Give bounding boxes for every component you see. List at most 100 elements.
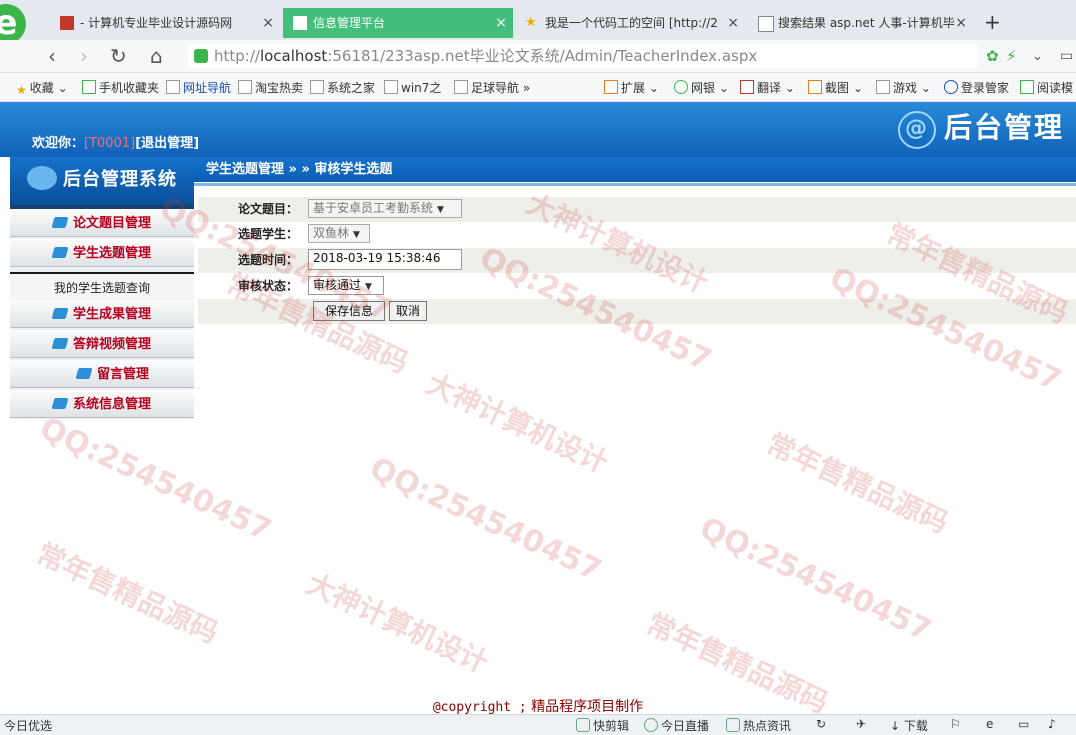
page-icon [238, 80, 252, 94]
topic-label: 论文题目： [237, 202, 298, 216]
url-scheme: http:// [214, 47, 260, 65]
close-icon[interactable]: × [262, 8, 274, 38]
status-live[interactable]: 今日直播 [644, 717, 709, 734]
ie-icon[interactable]: e [986, 717, 993, 731]
reload-icon[interactable]: ↻ [110, 44, 127, 68]
forward-icon[interactable]: › [80, 44, 88, 68]
page-footer: @copyright ; 精品程序项目制作 [0, 696, 1076, 716]
status-quick-edit[interactable]: 快剪辑 [576, 717, 629, 734]
student-label: 选题学生： [237, 227, 298, 241]
home-icon[interactable]: ⌂ [150, 44, 163, 68]
bookmark-favorites[interactable]: ★ 收藏 ⌄ [16, 79, 68, 97]
dropdown-arrow-icon: ▼ [437, 205, 444, 215]
sidebar-item-video[interactable]: 答辩视频管理 [10, 330, 194, 358]
sidebar-item-label: 学生选题管理 [72, 246, 151, 261]
browser-toolbar: ‹ › ↻ ⌂ http://localhost:56181/233asp.ne… [0, 40, 1076, 73]
bookmark-nav[interactable]: 网址导航 [166, 79, 231, 96]
status-value: 审核通过 [313, 278, 362, 292]
status-label: 今日直播 [661, 719, 710, 733]
bookmark-taobao[interactable]: 淘宝热卖 [238, 79, 303, 96]
topic-value: 基于安卓员工考勤系统 [313, 201, 434, 215]
sidebar-item-system[interactable]: 系统信息管理 [10, 390, 194, 418]
watermark-source: 常年售精品源码 [761, 426, 954, 540]
news-icon [726, 718, 740, 732]
close-icon[interactable]: × [955, 8, 967, 38]
flag-icon[interactable]: ⚐ [950, 717, 961, 731]
bookmark-mobile[interactable]: 手机收藏夹 [82, 79, 159, 96]
status-news[interactable]: 热点资讯 [726, 717, 791, 734]
watermark-qq: QQ:254540457 [364, 450, 607, 589]
sidebar-item-topics[interactable]: 论文题目管理 [10, 209, 194, 237]
refresh-icon[interactable]: ↻ [816, 717, 826, 731]
status-today-pick[interactable]: 今日优选 [4, 717, 52, 734]
tab-info-platform[interactable]: 信息管理平台 × [283, 8, 513, 38]
status-label: 热点资讯 [743, 719, 792, 733]
user-id: [T0001] [84, 136, 136, 151]
close-icon[interactable]: × [727, 8, 739, 38]
page-icon [454, 80, 468, 94]
url-path: :56181/233asp.net毕业论文系统/Admin/TeacherInd… [327, 47, 758, 65]
bookmark-screenshot[interactable]: 截图 ⌄ [808, 79, 863, 96]
sidebar-item-results[interactable]: 学生成果管理 [10, 300, 194, 328]
tab-search-results[interactable]: 搜索结果 asp.net 人事-计算机毕 × [748, 8, 973, 38]
window-icon[interactable]: ▭ [1018, 717, 1029, 731]
back-icon[interactable]: ‹ [48, 44, 56, 68]
bookmark-extensions[interactable]: 扩展 ⌄ [604, 79, 659, 96]
bookmark-login[interactable]: 登录管家 [944, 79, 1009, 96]
topic-select[interactable]: 基于安卓员工考勤系统 ▼ [308, 199, 462, 218]
bookmark-reader[interactable]: 阅读模 [1020, 79, 1073, 96]
student-select[interactable]: 双鱼林 ▼ [308, 224, 370, 243]
logout-link[interactable]: [退出管理] [135, 136, 199, 151]
top-banner: @ 后台管理 欢迎你：[T0001][退出管理] [0, 102, 1076, 157]
star-icon: ★ [16, 83, 27, 97]
menu-item-icon [75, 368, 93, 379]
grid-icon [604, 80, 618, 94]
dropdown-arrow-icon: ▼ [365, 282, 372, 292]
status-select[interactable]: 审核通过 ▼ [308, 276, 384, 295]
secure-shield-icon [194, 49, 208, 63]
status-download[interactable]: ↓ 下载 [890, 717, 928, 734]
bookmark-label: 登录管家 [961, 81, 1010, 95]
accelerate-icon[interactable]: ✿ [986, 47, 999, 65]
bookmark-label: 截图 [825, 81, 850, 95]
sidebar-subitem-my-selection[interactable]: 我的学生选题查询 [10, 272, 194, 300]
page-icon [166, 80, 180, 94]
time-input[interactable]: 2018-03-19 15:38:46 [308, 249, 462, 270]
bookmark-label: 手机收藏夹 [99, 81, 160, 95]
sidebar-item-label: 学生成果管理 [72, 307, 151, 322]
sidebar-item-label: 答辩视频管理 [72, 337, 151, 352]
play-icon [644, 718, 658, 732]
bookmark-translate[interactable]: 翻译 ⌄ [740, 79, 795, 96]
tab-source-site[interactable]: - 计算机专业毕业设计源码网 × [50, 8, 280, 38]
save-button[interactable]: 保存信息 [313, 301, 385, 321]
menu-icon[interactable]: ▭ [1060, 48, 1073, 64]
menu-item-icon [51, 308, 69, 319]
bookmark-syshome[interactable]: 系统之家 [310, 79, 375, 96]
bookmark-games[interactable]: 游戏 ⌄ [876, 79, 931, 96]
sidebar-item-label: 系统信息管理 [72, 397, 151, 412]
pin-icon[interactable]: ✈ [856, 717, 866, 731]
download-icon: ↓ [890, 719, 901, 733]
sidebar-item-selection[interactable]: 学生选题管理 [10, 239, 194, 267]
bookmark-label: 淘宝热卖 [255, 81, 304, 95]
breadcrumb: 学生选题管理 » » 审核学生选题 [194, 157, 1076, 182]
bookmark-bank[interactable]: 网银 ⌄ [674, 79, 729, 96]
status-label: 审核状态： [237, 279, 298, 293]
address-bar[interactable]: http://localhost:56181/233asp.net毕业论文系统/… [188, 44, 978, 68]
new-tab-button[interactable]: + [984, 10, 1001, 34]
form-row-topic: 论文题目： 基于安卓员工考勤系统 ▼ [198, 197, 1076, 222]
sidebar: 后台管理系统 论文题目管理 学生选题管理 我的学生选题查询 学生成果管理 答辩视… [10, 157, 194, 419]
cancel-button[interactable]: 取消 [389, 301, 427, 321]
admin-page: @ 后台管理 欢迎你：[T0001][退出管理] 学生选题管理 » » 审核学生选… [0, 102, 1076, 720]
bookmark-win7[interactable]: win7之 [384, 79, 441, 96]
lightning-icon[interactable]: ⚡ [1006, 47, 1017, 65]
chevron-down-icon[interactable]: ⌄ [1032, 49, 1043, 64]
bookmark-label: 网址导航 [183, 81, 232, 95]
bookmark-football[interactable]: 足球导航 » [454, 79, 530, 96]
time-label: 选题时间： [237, 253, 298, 267]
tab-coder-space[interactable]: ★ 我是一个代码工的空间 [http://2 × [515, 8, 745, 38]
close-icon[interactable]: × [495, 8, 507, 38]
sound-icon[interactable]: ♪ [1048, 717, 1056, 731]
watermark-qq: QQ:254540457 [694, 510, 937, 649]
sidebar-item-messages[interactable]: 留言管理 [10, 360, 194, 388]
